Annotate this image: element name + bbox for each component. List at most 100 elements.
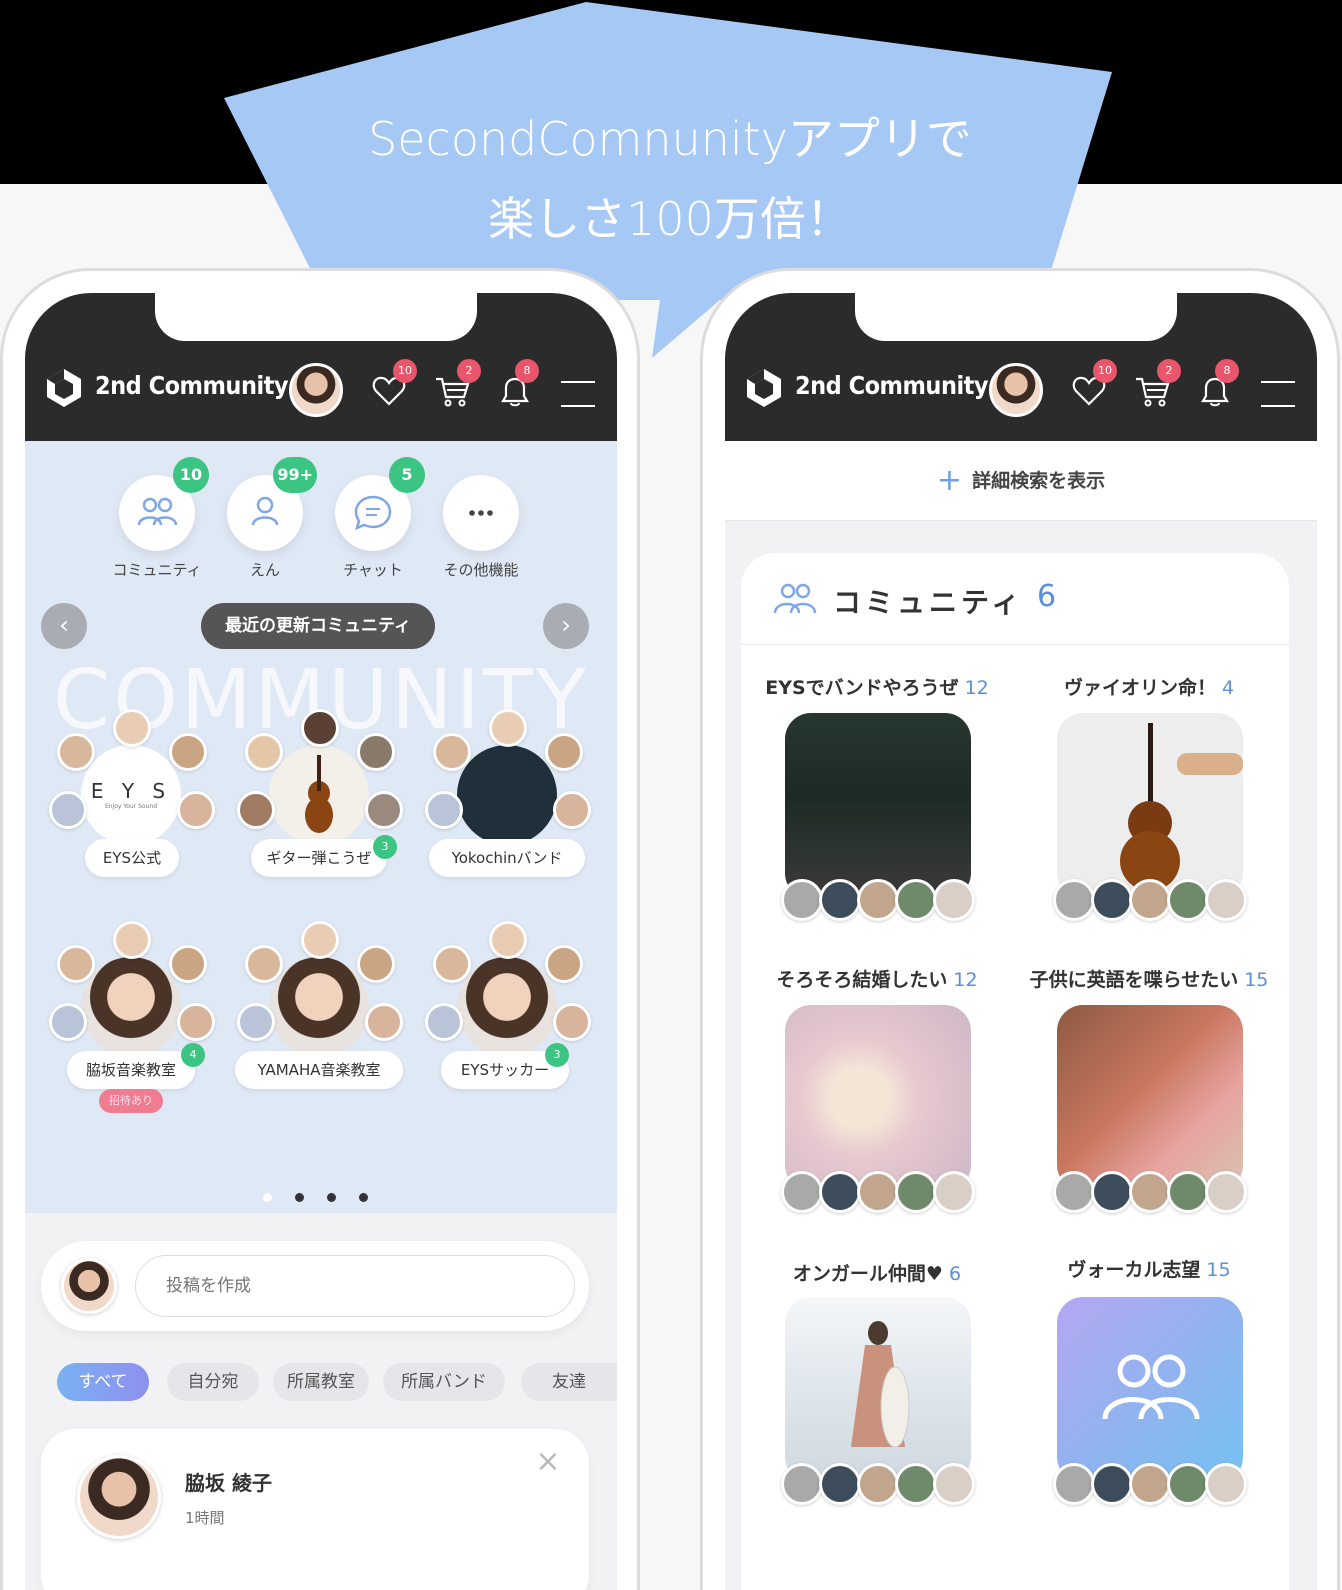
feature-more-button[interactable] xyxy=(443,475,519,551)
tile-title[interactable]: そろそろ結婚したい 12 xyxy=(745,965,1009,992)
member-avatar xyxy=(1205,1463,1247,1505)
tile-title[interactable]: EYSでバンドやろうぜ 12 xyxy=(745,673,1009,700)
default-community-image[interactable] xyxy=(1057,1297,1243,1483)
member-avatar xyxy=(365,1003,403,1041)
feature-area: 10 コミュニティ 99+ えん 5 チャット その他機能 ‹ 最近の更新コミュ… xyxy=(25,441,617,1213)
tile-title[interactable]: オンガール仲間♥ 6 xyxy=(745,1259,1009,1286)
cluster-label: YAMAHA音楽教室 xyxy=(235,1051,403,1089)
cluster-label: EYS公式 xyxy=(85,839,179,877)
cart-badge: 2 xyxy=(457,359,481,383)
member-avatar xyxy=(357,733,395,771)
cart-icon[interactable]: 2 xyxy=(1133,359,1181,411)
tile-title[interactable]: ヴァイオリン命！ 4 xyxy=(1017,673,1281,700)
member-avatar xyxy=(933,879,975,921)
member-avatar xyxy=(1091,1463,1133,1505)
hamburger-menu-icon[interactable] xyxy=(561,381,595,407)
detail-search-toggle[interactable]: + 詳細検索を表示 xyxy=(725,441,1317,521)
tile-name-text: オンガール仲間♥ xyxy=(792,1263,943,1285)
community-cluster[interactable]: 脇坂音楽教室 4 招待あり xyxy=(43,917,219,1113)
child-photo[interactable] xyxy=(1057,1005,1243,1191)
member-avatar xyxy=(933,1463,975,1505)
feature-en-button[interactable]: 99+ xyxy=(227,457,317,551)
community-cluster[interactable]: ギター弾こうぜ 3 xyxy=(231,705,407,895)
member-avatar xyxy=(245,733,283,771)
filter-chip-classroom[interactable]: 所属教室 xyxy=(273,1363,369,1401)
carousel-dot[interactable] xyxy=(327,1193,336,1202)
member-avatar xyxy=(425,791,463,829)
member-avatar xyxy=(365,791,403,829)
bell-icon[interactable]: 8 xyxy=(495,359,539,411)
member-avatar xyxy=(819,1171,861,1213)
feature-chat-button[interactable]: 5 xyxy=(335,457,425,551)
user-avatar[interactable] xyxy=(289,363,343,417)
rings-photo[interactable] xyxy=(785,1005,971,1191)
banner-line-1: SecondComnunityアプリで xyxy=(368,112,972,166)
likes-badge: 10 xyxy=(1093,359,1117,383)
cluster-badge: 4 xyxy=(181,1043,205,1067)
filter-chip-all[interactable]: すべて xyxy=(57,1363,149,1401)
feature-chat-label: チャット xyxy=(343,561,403,579)
member-avatar xyxy=(545,945,583,983)
close-icon[interactable]: × xyxy=(533,1447,563,1477)
tile-members xyxy=(1053,1463,1253,1507)
teacher-photo xyxy=(269,957,369,1057)
member-avatar xyxy=(1167,879,1209,921)
tile-count: 12 xyxy=(964,677,989,699)
invite-badge: 招待あり xyxy=(99,1089,163,1113)
cluster-badge: 3 xyxy=(373,835,397,859)
violin-photo[interactable] xyxy=(1057,713,1243,899)
filter-chip-friends[interactable]: 友達 xyxy=(521,1363,617,1401)
member-avatar xyxy=(1091,1171,1133,1213)
carousel-dot-active[interactable] xyxy=(263,1193,272,1202)
member-avatar xyxy=(819,879,861,921)
post-author-avatar[interactable] xyxy=(77,1455,161,1539)
carousel-next-button[interactable]: › xyxy=(543,603,589,649)
community-cluster[interactable]: EYSサッカー 3 xyxy=(419,917,595,1107)
community-icon xyxy=(773,583,817,614)
home-screen: 2nd Community 10 2 8 10 コミュニティ 99+ えん 5 … xyxy=(25,293,617,1590)
carousel-prev-button[interactable]: ‹ xyxy=(41,603,87,649)
post-author-name[interactable]: 脇坂 綾子 xyxy=(185,1467,272,1496)
community-cluster[interactable]: YAMAHA音楽教室 xyxy=(231,917,407,1107)
member-avatar xyxy=(1129,1463,1171,1505)
tile-members xyxy=(1053,879,1253,923)
feature-community-button[interactable]: 10 xyxy=(119,457,209,551)
member-avatar xyxy=(49,791,87,829)
member-avatar xyxy=(237,791,275,829)
hamburger-menu-icon[interactable] xyxy=(1261,381,1295,407)
community-cluster[interactable]: Yokochinバンド xyxy=(419,705,595,895)
brand-logo-icon xyxy=(747,369,781,407)
member-avatar xyxy=(245,945,283,983)
member-avatar xyxy=(177,791,215,829)
band-photo[interactable] xyxy=(785,713,971,899)
heart-icon[interactable]: 10 xyxy=(369,359,417,411)
member-avatar xyxy=(57,945,95,983)
girl-photo[interactable] xyxy=(785,1297,971,1483)
carousel-dot[interactable] xyxy=(295,1193,304,1202)
eys-logo-subtext: Enjoy Your Sound xyxy=(105,803,157,810)
community-badge: 10 xyxy=(173,457,209,493)
cluster-label: 脇坂音楽教室 xyxy=(67,1051,195,1089)
brand-name: 2nd Community xyxy=(795,371,989,400)
post-input[interactable] xyxy=(135,1255,575,1317)
tile-title[interactable]: 子供に英語を喋らせたい 15 xyxy=(1017,965,1281,992)
member-avatar xyxy=(113,709,151,747)
tile-name-text: ヴォーカル志望 xyxy=(1067,1259,1201,1281)
heart-icon[interactable]: 10 xyxy=(1069,359,1117,411)
community-cluster[interactable]: E Y S Enjoy Your Sound EYS公式 xyxy=(43,705,219,895)
teacher-photo xyxy=(81,957,181,1057)
filter-chip-to-me[interactable]: 自分宛 xyxy=(167,1363,259,1401)
bell-icon[interactable]: 8 xyxy=(1195,359,1239,411)
feature-en-label: えん xyxy=(249,561,280,579)
cluster-label: Yokochinバンド xyxy=(429,839,585,877)
cart-icon[interactable]: 2 xyxy=(433,359,481,411)
member-avatar xyxy=(1129,879,1171,921)
carousel-dot[interactable] xyxy=(359,1193,368,1202)
feed-post-card[interactable]: 脇坂 綾子 1時間 × xyxy=(41,1429,589,1590)
member-avatar xyxy=(489,921,527,959)
user-avatar[interactable] xyxy=(989,363,1043,417)
brand-logo-icon xyxy=(47,369,81,407)
filter-chip-band[interactable]: 所属バンド xyxy=(383,1363,505,1401)
member-avatar xyxy=(781,879,823,921)
tile-title[interactable]: ヴォーカル志望 15 xyxy=(1017,1255,1281,1282)
